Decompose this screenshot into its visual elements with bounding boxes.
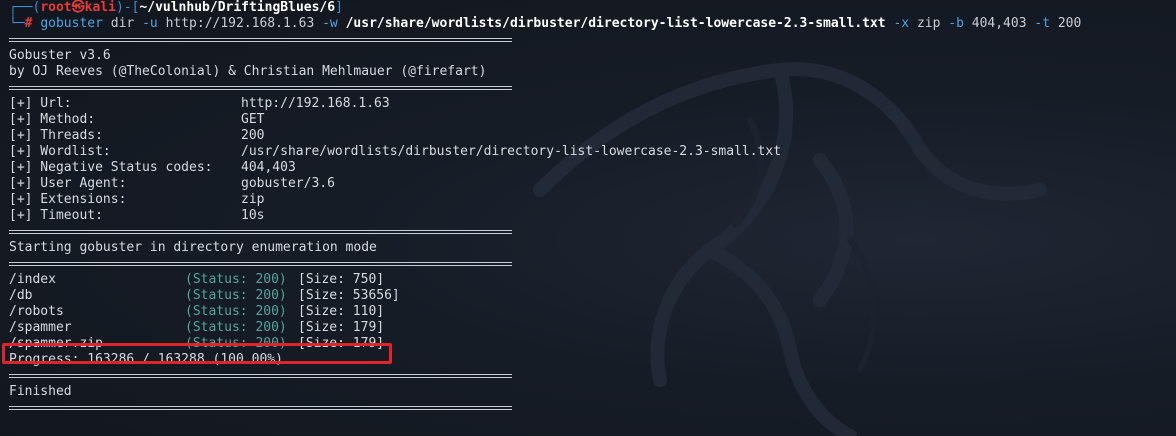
config-row: [+] Timeout: 10s	[9, 208, 1169, 224]
command-url: http://192.168.1.63	[165, 16, 315, 31]
config-key: [+] Timeout:	[9, 208, 103, 223]
config-key: [+] Method:	[9, 112, 96, 127]
prompt-bracket-close: ]	[335, 0, 343, 15]
separator	[9, 368, 1169, 384]
result-row: /index (Status: 200) [Size: 750]	[9, 272, 1169, 288]
separator	[9, 80, 1169, 96]
result-size: [Size: 179]	[298, 320, 385, 335]
config-key: [+] Extensions:	[9, 192, 127, 207]
prompt-cwd: ~/vulnhub/DriftingBlues/6	[139, 0, 336, 15]
separator	[9, 224, 1169, 240]
config-value: 404,403	[241, 160, 296, 175]
highlight-box	[2, 343, 392, 364]
config-row: [+] Negative Status codes: 404,403	[9, 160, 1169, 176]
start-message: Starting gobuster in directory enumerati…	[9, 240, 377, 255]
prompt-corner-bottom: └─	[9, 16, 25, 31]
config-value: 200	[241, 128, 265, 143]
config-row: [+] Threads: 200	[9, 128, 1169, 144]
flag-x: -x	[893, 16, 910, 31]
command-name: gobuster	[40, 16, 103, 31]
config-value: http://192.168.1.63	[241, 96, 390, 111]
config-value: gobuster/3.6	[241, 176, 335, 191]
flag-u: -u	[142, 16, 158, 31]
command-neg: 404,403	[971, 16, 1027, 31]
config-key: [+] User Agent:	[9, 176, 127, 191]
prompt-corner-top: ┌──(	[9, 0, 41, 15]
separator	[9, 400, 1169, 416]
result-size: [Size: 750]	[298, 272, 385, 287]
config-key: [+] Wordlist:	[9, 144, 111, 159]
config-key: [+] Negative Status codes:	[9, 160, 213, 175]
config-value: 10s	[241, 208, 265, 223]
result-status: (Status: 200)	[185, 320, 287, 335]
result-row: /db (Status: 200) [Size: 53656]	[9, 288, 1169, 304]
result-size: [Size: 110]	[298, 304, 385, 319]
config-value: GET	[241, 112, 265, 127]
result-row: /robots (Status: 200) [Size: 110]	[9, 304, 1169, 320]
command-ext: zip	[916, 16, 941, 31]
separator	[9, 32, 1169, 48]
result-size: [Size: 53656]	[298, 288, 400, 303]
banner-authors: by OJ Reeves (@TheColonial) & Christian …	[9, 64, 487, 79]
command-line: └─# gobuster dir -u http://192.168.1.63 …	[9, 16, 1169, 32]
banner-version: Gobuster v3.6	[9, 48, 111, 63]
result-path: /index	[9, 272, 56, 287]
result-status: (Status: 200)	[185, 272, 287, 287]
config-row: [+] Extensions: zip	[9, 192, 1169, 208]
flag-b: -b	[948, 16, 964, 31]
command-mode: dir	[110, 16, 135, 31]
config-row: [+] Method: GET	[9, 112, 1169, 128]
separator	[9, 256, 1169, 272]
config-row: [+] Wordlist: /usr/share/wordlists/dirbus…	[9, 144, 1169, 160]
result-row: /spammer (Status: 200) [Size: 179]	[9, 320, 1169, 336]
prompt-hash: #	[24, 16, 33, 31]
config-value: /usr/share/wordlists/dirbuster/directory…	[241, 144, 782, 159]
flag-t: -t	[1034, 16, 1051, 31]
config-row: [+] User Agent: gobuster/3.6	[9, 176, 1169, 192]
result-status: (Status: 200)	[185, 288, 287, 303]
prompt-user-host: root㉿kali	[40, 0, 116, 15]
finished-line: Finished	[9, 384, 72, 399]
result-path: /db	[9, 288, 33, 303]
command-threads: 200	[1057, 16, 1082, 31]
flag-w: -w	[322, 16, 338, 31]
prompt-separator: )-[	[115, 0, 140, 15]
result-path: /spammer	[9, 320, 72, 335]
config-key: [+] Threads:	[9, 128, 103, 143]
command-wordlist: /usr/share/wordlists/dirbuster/directory…	[345, 16, 886, 31]
result-path: /robots	[9, 304, 64, 319]
result-status: (Status: 200)	[185, 304, 287, 319]
config-value: zip	[241, 192, 265, 207]
config-key: [+] Url:	[9, 96, 72, 111]
prompt-line: ┌──(root㉿kali)-[~/vulnhub/DriftingBlues/…	[9, 0, 1169, 16]
config-row: [+] Url: http://192.168.1.63	[9, 96, 1169, 112]
